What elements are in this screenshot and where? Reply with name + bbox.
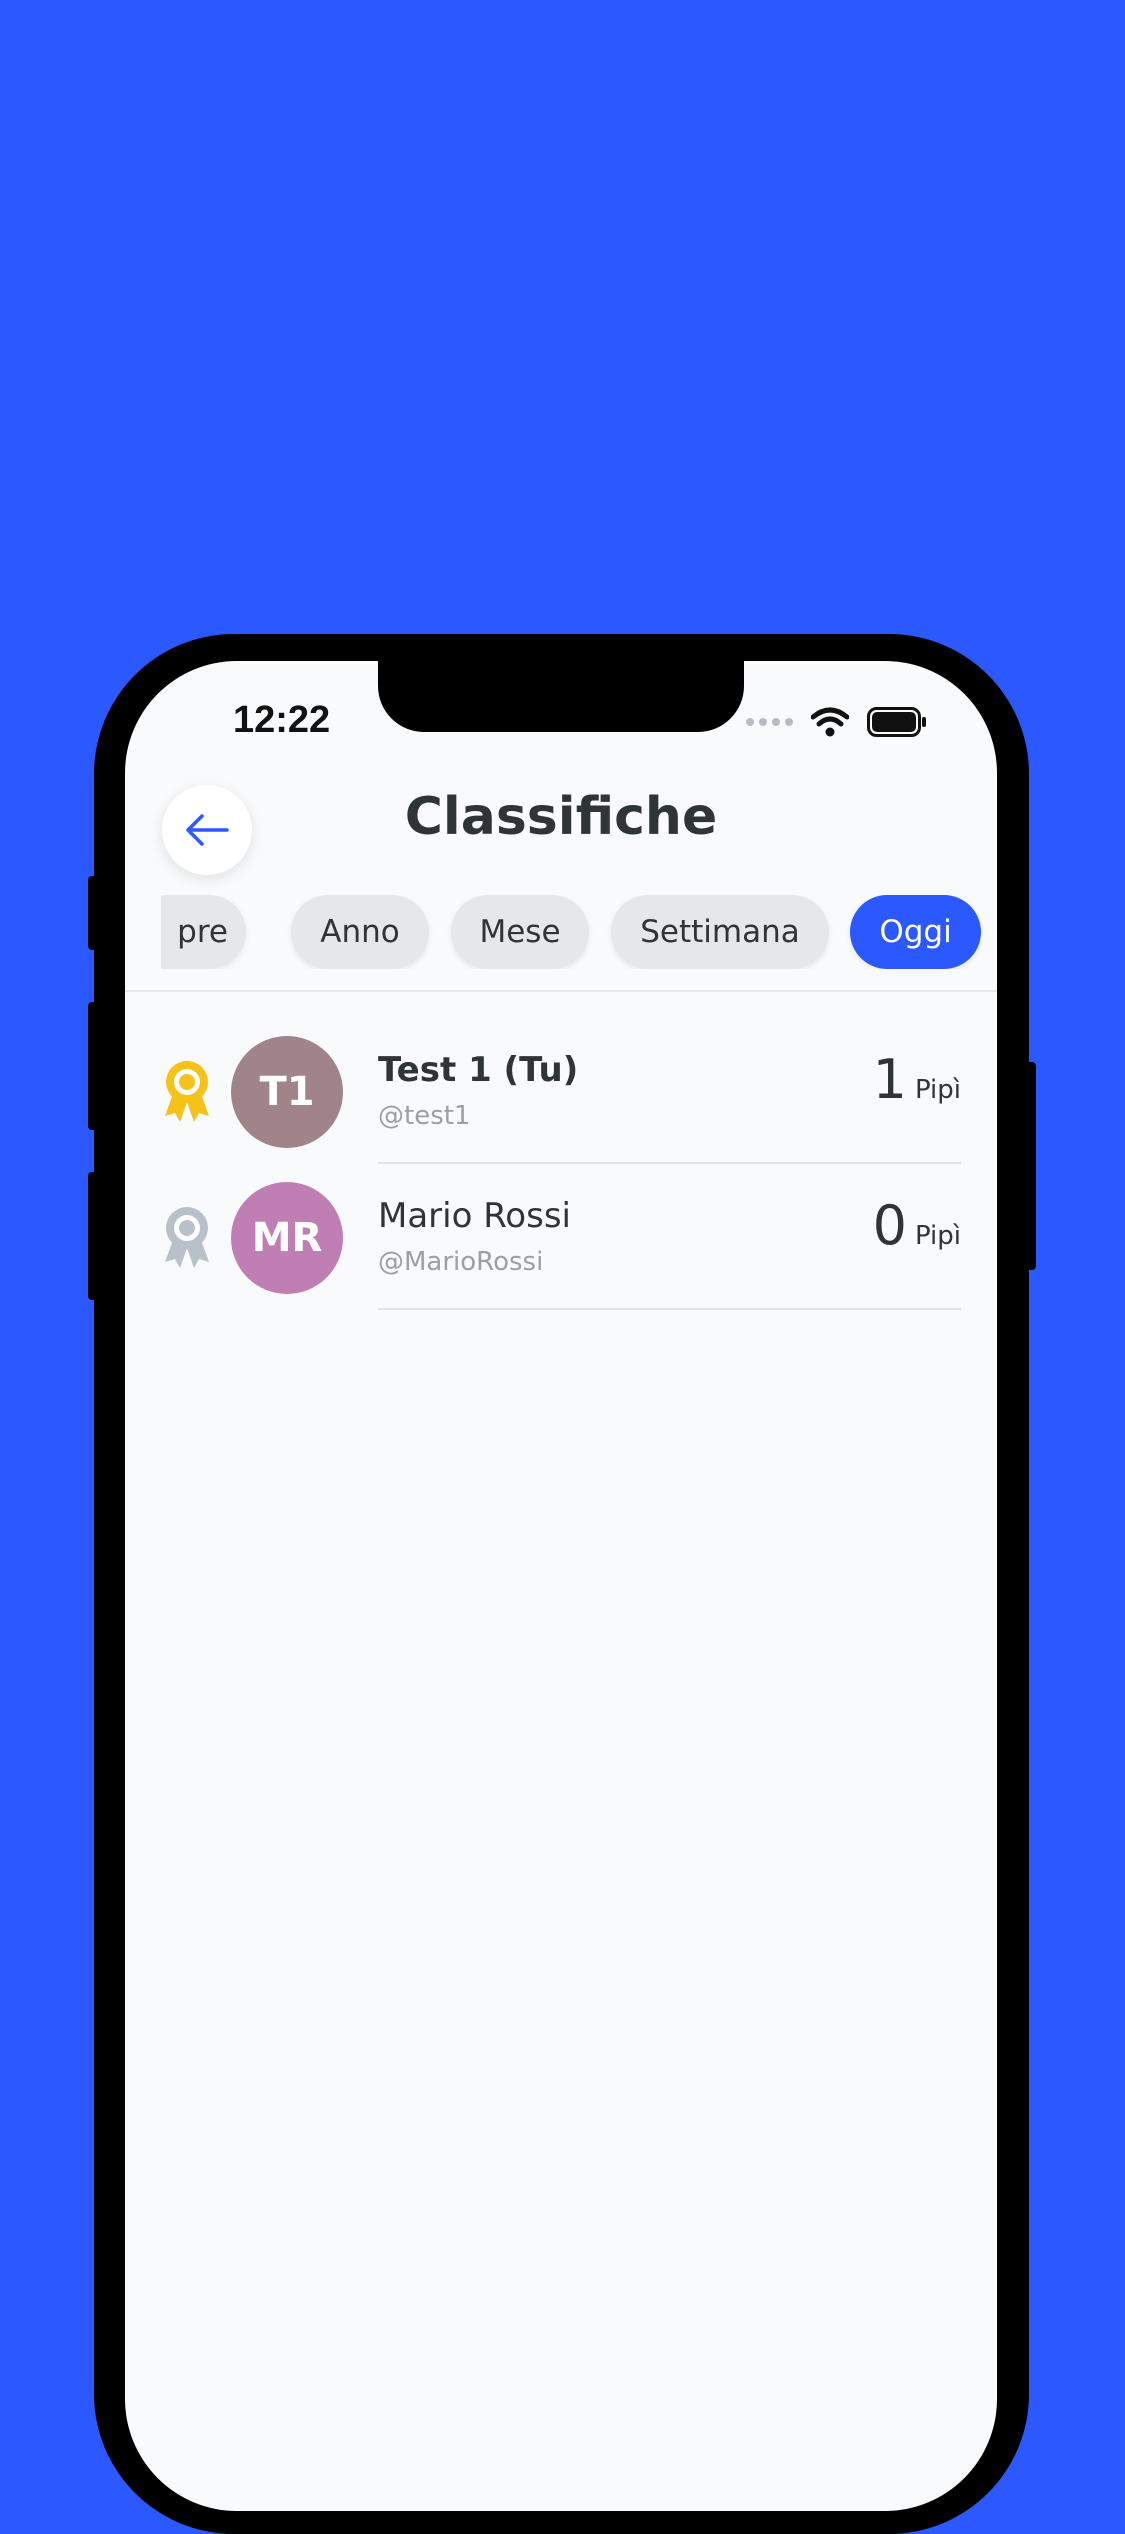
avatar: T1 bbox=[231, 1036, 343, 1148]
user-handle: @test1 bbox=[378, 1101, 471, 1131]
user-handle: @MarioRossi bbox=[378, 1247, 544, 1277]
page-title: Classifiche bbox=[404, 787, 718, 847]
period-filter-tabs: pre Anno Mese Settimana Oggi bbox=[161, 895, 997, 969]
app-screen: 12:22 Classifiche pre Anno Mese Settiman… bbox=[125, 661, 997, 2511]
leaderboard-row[interactable]: T1 Test 1 (Tu) @test1 1 Pipì bbox=[125, 1018, 997, 1164]
score-value: 1 bbox=[872, 1048, 907, 1111]
user-name: Mario Rossi bbox=[378, 1196, 571, 1236]
tab-anno[interactable]: Anno bbox=[291, 895, 429, 969]
score-unit: Pipì bbox=[914, 1221, 961, 1251]
status-time: 12:22 bbox=[233, 699, 331, 741]
score-unit: Pipì bbox=[914, 1075, 961, 1105]
battery-icon bbox=[867, 707, 926, 737]
tab-sempre[interactable]: pre bbox=[161, 895, 246, 969]
tab-settimana[interactable]: Settimana bbox=[611, 895, 829, 969]
wifi-icon bbox=[811, 707, 849, 737]
avatar: MR bbox=[231, 1182, 343, 1294]
notch bbox=[378, 661, 744, 732]
header-divider bbox=[125, 990, 997, 992]
tab-mese[interactable]: Mese bbox=[451, 895, 589, 969]
signal-icon bbox=[746, 718, 793, 726]
score-value: 0 bbox=[872, 1194, 907, 1257]
status-icons bbox=[746, 707, 927, 737]
leaderboard-row[interactable]: MR Mario Rossi @MarioRossi 0 Pipì bbox=[125, 1164, 997, 1310]
tab-oggi[interactable]: Oggi bbox=[850, 895, 981, 969]
silver-medal-icon bbox=[165, 1207, 209, 1268]
score: 0 Pipì bbox=[873, 1194, 961, 1257]
row-divider bbox=[378, 1308, 961, 1310]
gold-medal-icon bbox=[165, 1061, 209, 1122]
user-name: Test 1 (Tu) bbox=[378, 1050, 579, 1090]
score: 1 Pipì bbox=[873, 1048, 961, 1111]
